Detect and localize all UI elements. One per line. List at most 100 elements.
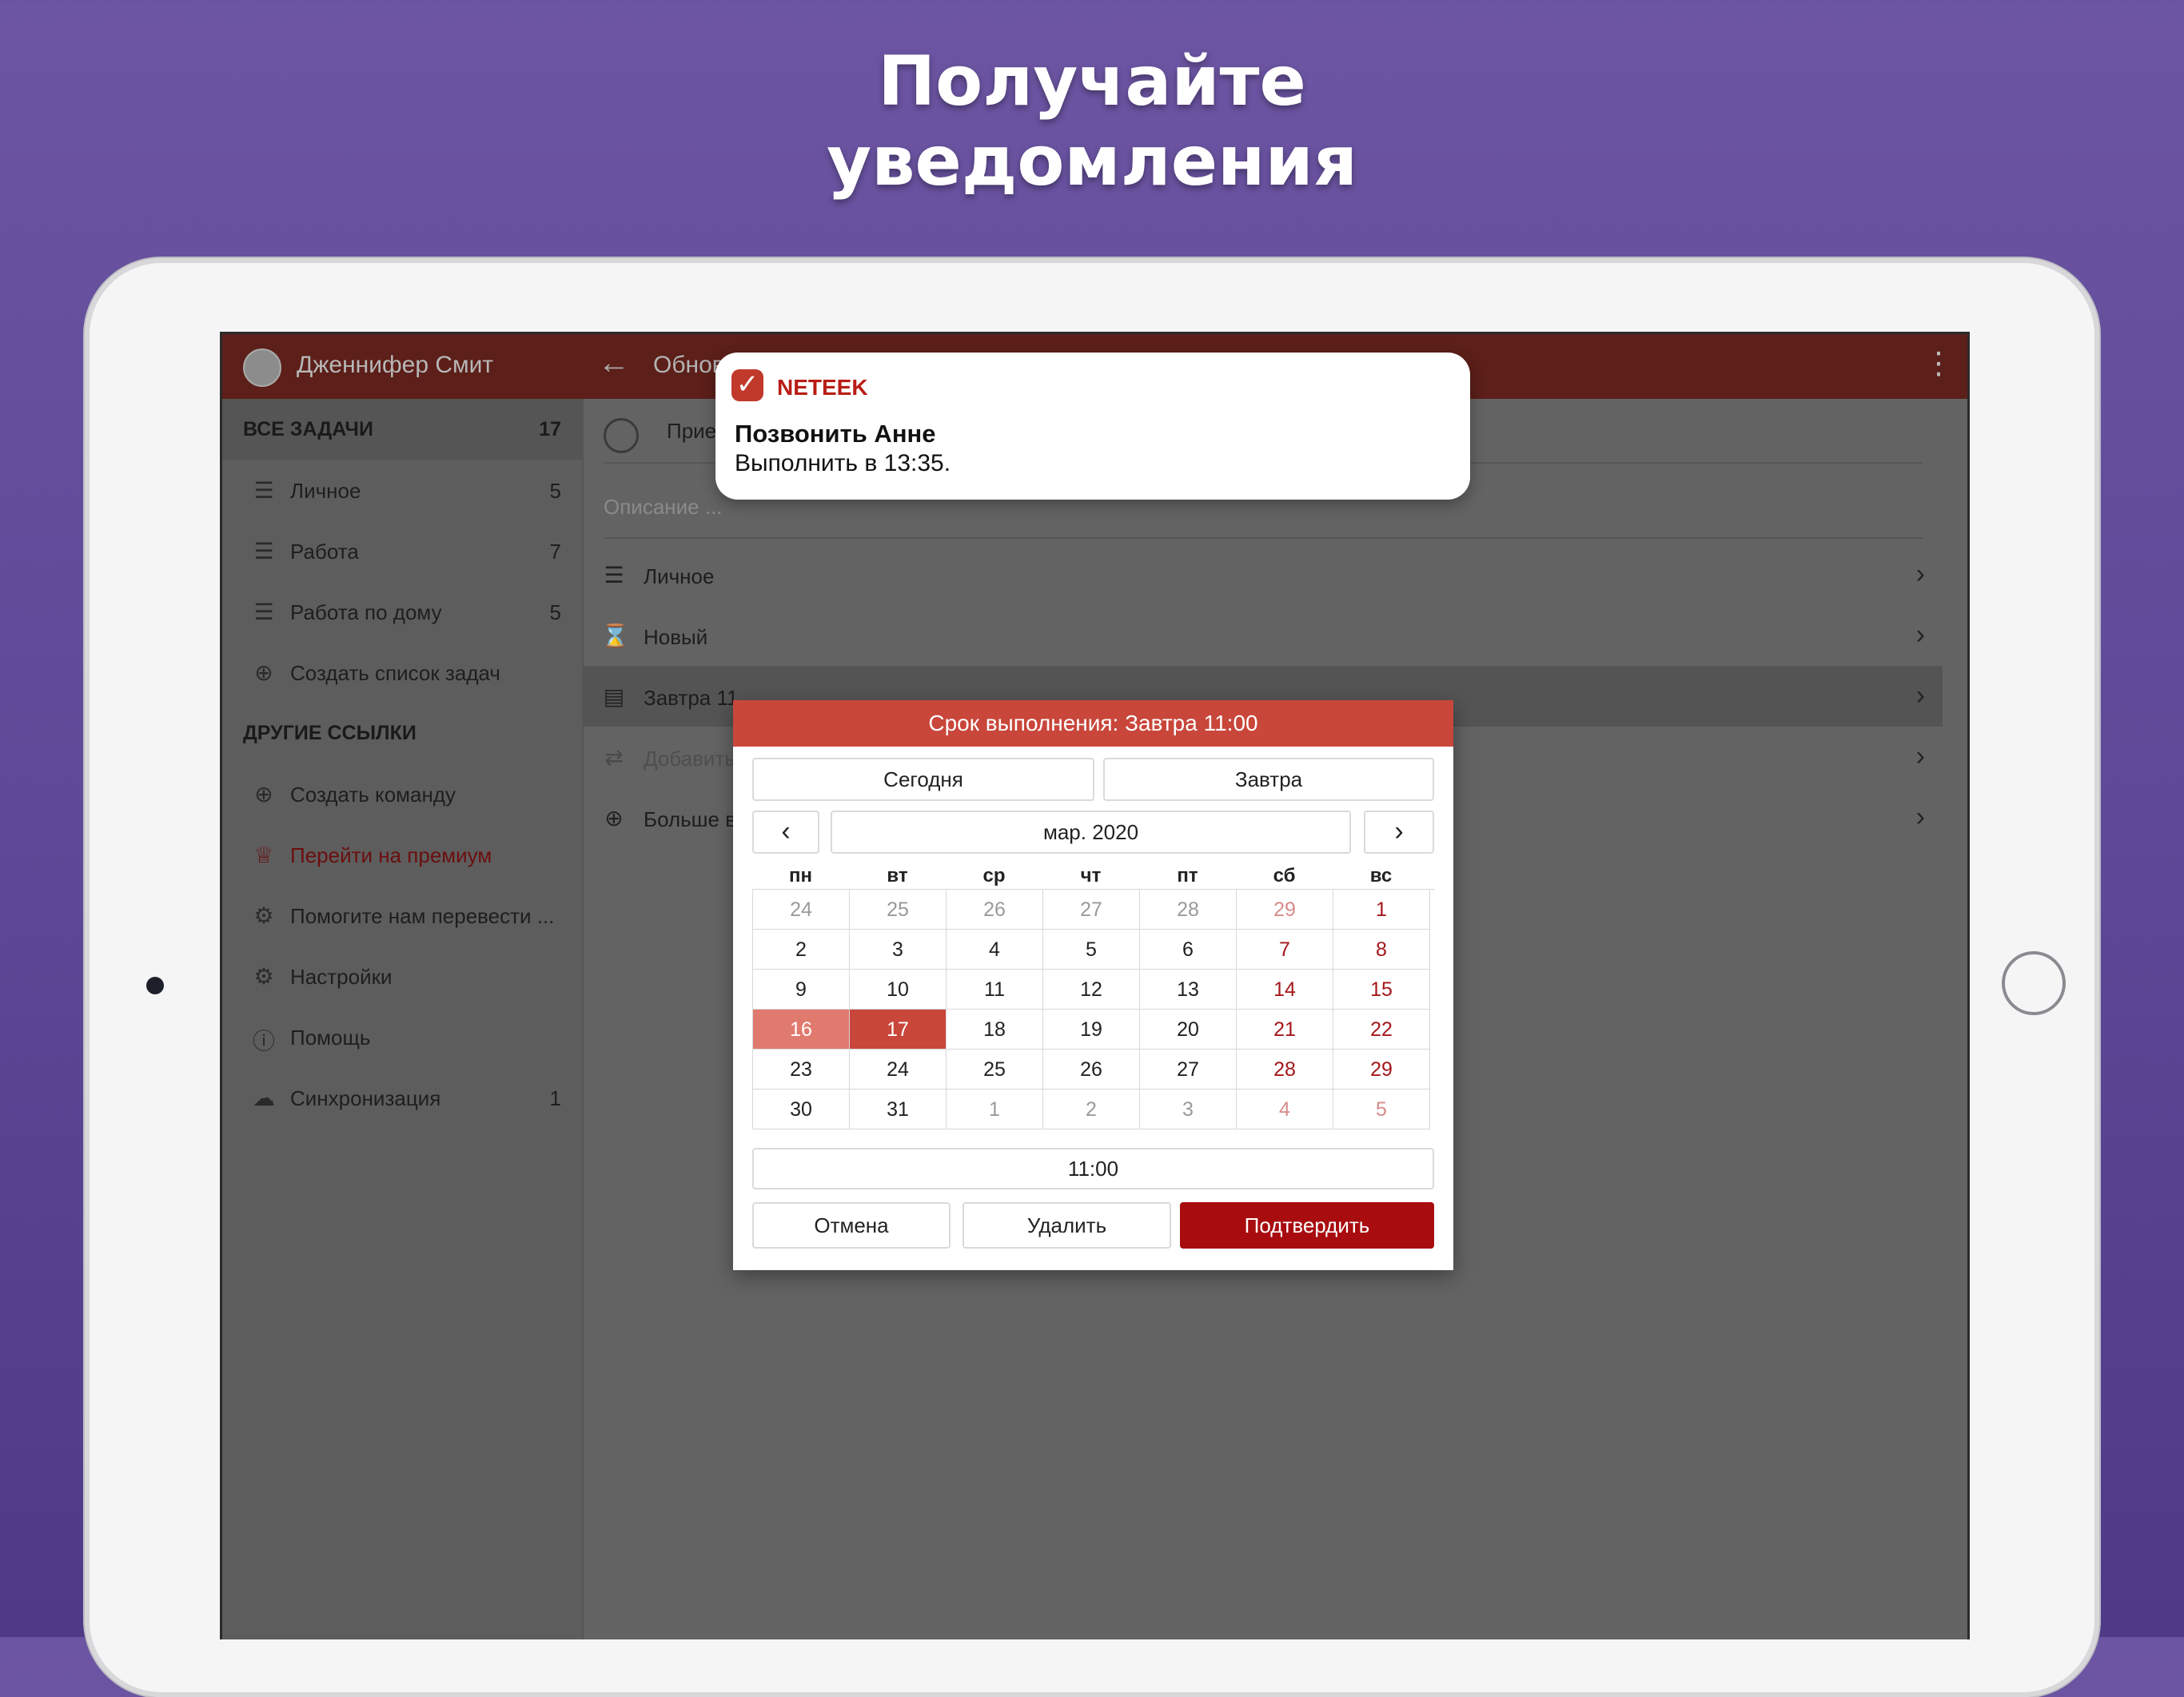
calendar-day[interactable]: 30: [753, 1090, 850, 1129]
arrow-left-icon[interactable]: ←: [598, 345, 630, 381]
repeat-icon: ⇄: [604, 745, 624, 770]
delete-button[interactable]: Удалить: [962, 1202, 1171, 1249]
calendar-day[interactable]: 1: [947, 1090, 1043, 1129]
calendar-day[interactable]: 2: [1043, 1090, 1140, 1129]
promo-headline: Получайте уведомления: [0, 42, 2184, 201]
sidebar-item-label: Помогите нам перевести ...: [290, 904, 555, 928]
calendar-day[interactable]: 16: [753, 1010, 850, 1050]
section-label: ДРУГИЕ ССЫЛКИ: [243, 722, 416, 744]
calendar-day[interactable]: 6: [1140, 930, 1237, 970]
sidebar-item-label: Помощь: [290, 1026, 371, 1050]
sidebar-item-help[interactable]: ⓘ Помощь: [222, 1006, 582, 1067]
lifebuoy-icon: ⚙: [253, 903, 274, 928]
calendar-day[interactable]: 13: [1140, 970, 1237, 1010]
sidebar-item-all-tasks[interactable]: ВСЕ ЗАДАЧИ 17: [222, 399, 582, 460]
confirm-button[interactable]: Подтвердить: [1180, 1202, 1434, 1249]
tablet-camera: [146, 977, 164, 994]
today-button[interactable]: Сегодня: [752, 758, 1094, 801]
calendar-day[interactable]: 4: [947, 930, 1043, 970]
notification-title: Позвонить Анне: [735, 420, 936, 448]
calendar-day[interactable]: 28: [1237, 1050, 1333, 1090]
calendar-day[interactable]: 18: [947, 1010, 1043, 1050]
weekday-label: пн: [789, 865, 812, 886]
sidebar-item-create-team[interactable]: ⊕ Создать команду: [222, 763, 582, 824]
calendar-day[interactable]: 28: [1140, 890, 1237, 930]
repeat-value: Добавить: [644, 747, 735, 771]
create-list-button[interactable]: ⊕ Создать список задач: [222, 642, 582, 703]
calendar-day[interactable]: 31: [850, 1090, 947, 1129]
list-row[interactable]: ☰ Личное ›: [584, 544, 1943, 605]
list-icon: ☰: [253, 539, 274, 564]
sidebar-item-work[interactable]: ☰ Работа 7: [222, 520, 582, 581]
sidebar-item-label: Синхронизация: [290, 1086, 441, 1110]
cloud-upload-icon: ☁: [253, 1086, 275, 1110]
chevron-left-icon[interactable]: ‹: [752, 811, 819, 854]
calendar-day[interactable]: 23: [753, 1050, 850, 1090]
more-vertical-icon[interactable]: ⋮: [1923, 345, 1954, 381]
push-notification[interactable]: ✓ NETEEK Позвонить Анне Выполнить в 13:3…: [715, 353, 1470, 500]
sidebar-item-personal[interactable]: ☰ Личное 5: [222, 460, 582, 520]
calendar-day[interactable]: 27: [1043, 890, 1140, 930]
calendar-day[interactable]: 21: [1237, 1010, 1333, 1050]
calendar-day[interactable]: 1: [1333, 890, 1430, 930]
sidebar-item-count: 5: [549, 600, 561, 624]
calendar-day[interactable]: 26: [947, 890, 1043, 930]
calendar-day[interactable]: 19: [1043, 1010, 1140, 1050]
calendar-day[interactable]: 11: [947, 970, 1043, 1010]
user-name[interactable]: Дженнифер Смит: [297, 352, 493, 379]
calendar-day[interactable]: 20: [1140, 1010, 1237, 1050]
weekday-label: чт: [1080, 865, 1102, 886]
calendar-day[interactable]: 3: [1140, 1090, 1237, 1129]
cancel-button[interactable]: Отмена: [752, 1202, 951, 1249]
calendar-day[interactable]: 12: [1043, 970, 1140, 1010]
calendar-day[interactable]: 5: [1333, 1090, 1430, 1129]
tomorrow-button[interactable]: Завтра: [1103, 758, 1434, 801]
avatar[interactable]: [243, 349, 281, 387]
calendar-day[interactable]: 17: [850, 1010, 947, 1050]
calendar-day[interactable]: 29: [1333, 1050, 1430, 1090]
sidebar-item-translate[interactable]: ⚙ Помогите нам перевести ...: [222, 885, 582, 946]
chevron-right-icon[interactable]: ›: [1364, 811, 1434, 854]
calendar-day[interactable]: 14: [1237, 970, 1333, 1010]
app-logo-icon: ✓: [731, 369, 763, 401]
plus-circle-icon: ⊕: [254, 660, 273, 685]
calendar-day[interactable]: 5: [1043, 930, 1140, 970]
calendar-day[interactable]: 24: [850, 1050, 947, 1090]
calendar-day[interactable]: 9: [753, 970, 850, 1010]
list-icon: ☰: [604, 563, 624, 588]
plus-circle-icon: ⊕: [254, 782, 273, 807]
sidebar-item-premium[interactable]: ♕ Перейти на премиум: [222, 824, 582, 885]
calendar-day[interactable]: 15: [1333, 970, 1430, 1010]
sidebar-item-housework[interactable]: ☰ Работа по дому 5: [222, 581, 582, 642]
calendar-day[interactable]: 24: [753, 890, 850, 930]
time-field[interactable]: 11:00: [752, 1148, 1434, 1189]
due-date-dialog: Срок выполнения: Завтра 11:00 Сегодня За…: [733, 700, 1453, 1270]
description-field[interactable]: Описание ...: [604, 495, 723, 520]
sidebar-item-label: Настройки: [290, 965, 393, 989]
due-value: Завтра 11: [644, 686, 739, 710]
plus-circle-icon: ⊕: [604, 806, 624, 831]
task-title[interactable]: Прие: [667, 419, 716, 444]
sidebar-item-settings[interactable]: ⚙ Настройки: [222, 946, 582, 1006]
status-row[interactable]: ⌛ Новый ›: [584, 605, 1943, 666]
calendar-day[interactable]: 10: [850, 970, 947, 1010]
sidebar-item-sync[interactable]: ☁ Синхронизация 1: [222, 1067, 582, 1128]
calendar-day[interactable]: 4: [1237, 1090, 1333, 1129]
calendar-day[interactable]: 3: [850, 930, 947, 970]
sidebar-item-label: Работа: [290, 540, 359, 564]
calendar-day[interactable]: 25: [850, 890, 947, 930]
calendar-day[interactable]: 7: [1237, 930, 1333, 970]
sidebar-item-count: 7: [549, 540, 561, 564]
calendar-day[interactable]: 25: [947, 1050, 1043, 1090]
calendar-day[interactable]: 27: [1140, 1050, 1237, 1090]
task-complete-checkbox[interactable]: [604, 418, 639, 453]
calendar-day[interactable]: 29: [1237, 890, 1333, 930]
sidebar-item-count: 5: [549, 479, 561, 503]
calendar-day[interactable]: 22: [1333, 1010, 1430, 1050]
month-label[interactable]: мар. 2020: [831, 811, 1351, 854]
sidebar-item-label: ВСЕ ЗАДАЧИ: [243, 418, 373, 440]
list-value: Личное: [644, 564, 715, 588]
calendar-day[interactable]: 26: [1043, 1050, 1140, 1090]
calendar-day[interactable]: 2: [753, 930, 850, 970]
calendar-day[interactable]: 8: [1333, 930, 1430, 970]
